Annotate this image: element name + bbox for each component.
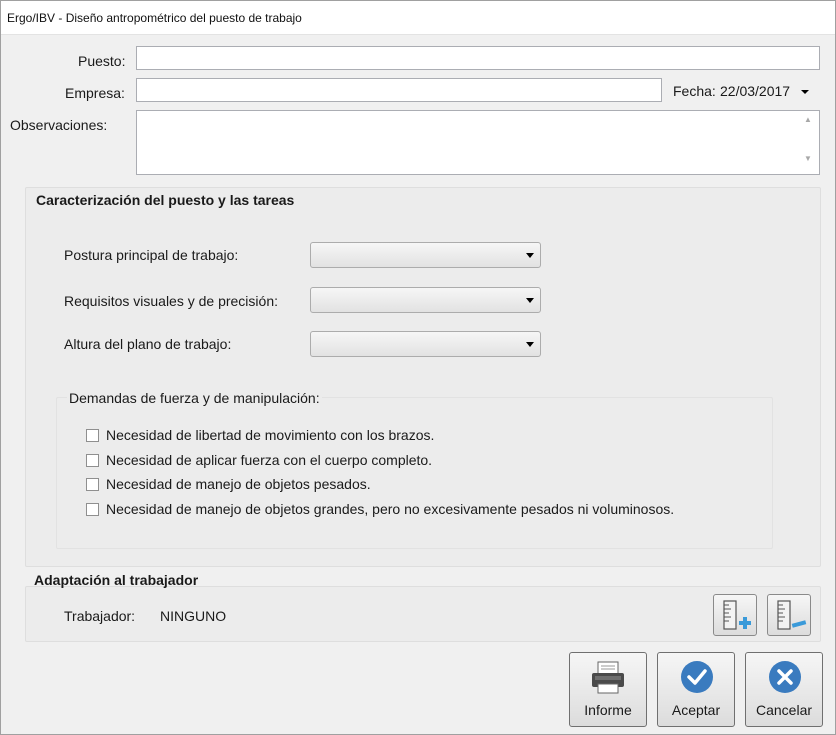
aceptar-label: Aceptar <box>671 702 721 718</box>
chevron-down-icon <box>526 298 534 303</box>
ruler-minus-icon <box>777 600 807 630</box>
add-worker-button[interactable] <box>713 594 757 636</box>
cancelar-button[interactable]: Cancelar <box>745 652 823 727</box>
cancelar-label: Cancelar <box>755 702 813 718</box>
empresa-input[interactable] <box>136 78 662 102</box>
informe-button[interactable]: Informe <box>569 652 647 727</box>
fuerza-cuerpo-label: Necesidad de aplicar fuerza con el cuerp… <box>106 452 433 468</box>
objetos-pesados-label: Necesidad de manejo de objetos pesados. <box>106 476 371 492</box>
trabajador-label: Trabajador: <box>64 608 136 624</box>
observaciones-label: Observaciones: <box>10 117 108 133</box>
objetos-grandes-label: Necesidad de manejo de objetos grandes, … <box>106 501 675 517</box>
objetos-grandes-checkbox[interactable] <box>86 503 99 516</box>
informe-label: Informe <box>584 702 632 718</box>
remove-worker-button[interactable] <box>767 594 811 636</box>
ruler-plus-icon <box>723 600 751 630</box>
libertad-movimiento-checkbox[interactable] <box>86 429 99 442</box>
window-title: Ergo/IBV - Diseño antropométrico del pue… <box>1 1 835 35</box>
demandas-title: Demandas de fuerza y de manipulación: <box>67 390 322 406</box>
observaciones-textarea[interactable] <box>136 110 820 175</box>
adaptacion-panel <box>25 586 821 642</box>
chevron-down-icon <box>800 90 809 95</box>
postura-select[interactable] <box>310 242 541 268</box>
trabajador-value: NINGUNO <box>160 608 227 624</box>
close-icon <box>769 661 801 693</box>
dialog-window: Ergo/IBV - Diseño antropométrico del pue… <box>0 0 836 735</box>
requisitos-label: Requisitos visuales y de precisión: <box>64 293 278 309</box>
adaptacion-title: Adaptación al trabajador <box>34 572 199 588</box>
objetos-pesados-checkbox[interactable] <box>86 478 99 491</box>
requisitos-select[interactable] <box>310 287 541 313</box>
fecha-value: 22/03/2017 <box>720 83 791 99</box>
empresa-label: Empresa: <box>65 85 125 101</box>
altura-label: Altura del plano de trabajo: <box>64 336 232 352</box>
postura-label: Postura principal de trabajo: <box>64 247 239 263</box>
chevron-down-icon <box>526 253 534 258</box>
printer-icon <box>592 661 624 694</box>
libertad-movimiento-label: Necesidad de libertad de movimiento con … <box>106 427 435 443</box>
caracterizacion-title: Caracterización del puesto y las tareas <box>36 192 295 208</box>
scroll-down-arrow[interactable]: ▼ <box>804 154 812 163</box>
fuerza-cuerpo-checkbox[interactable] <box>86 454 99 467</box>
puesto-input[interactable] <box>136 46 820 70</box>
fecha-datepicker[interactable]: 22/03/2017 <box>720 83 810 99</box>
altura-select[interactable] <box>310 331 541 357</box>
aceptar-button[interactable]: Aceptar <box>657 652 735 727</box>
chevron-down-icon <box>526 342 534 347</box>
scroll-up-arrow[interactable]: ▲ <box>804 115 812 124</box>
fecha-label: Fecha: <box>673 83 716 99</box>
puesto-label: Puesto: <box>78 53 126 69</box>
demandas-panel <box>56 397 773 549</box>
checkmark-icon <box>681 661 713 693</box>
